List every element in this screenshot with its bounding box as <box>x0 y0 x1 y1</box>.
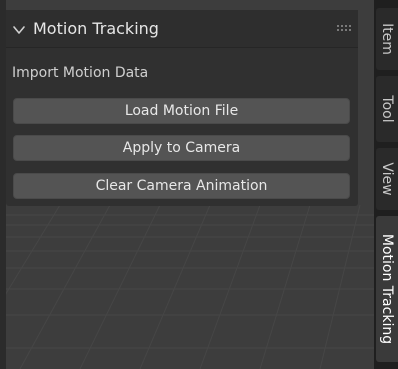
tab-view-label: View <box>379 162 395 196</box>
panel-title: Motion Tracking <box>33 19 159 38</box>
tab-tool-label: Tool <box>379 95 395 123</box>
clear-camera-animation-button[interactable]: Clear Camera Animation <box>13 173 350 199</box>
motion-tracking-panel: Motion Tracking Import Motion Data Load … <box>6 10 358 206</box>
section-label: Import Motion Data <box>12 65 149 81</box>
load-motion-file-button[interactable]: Load Motion File <box>13 98 350 124</box>
tab-item-label: Item <box>379 23 395 55</box>
apply-to-camera-button[interactable]: Apply to Camera <box>13 135 350 161</box>
tab-motion-tracking[interactable]: Motion Tracking <box>376 216 398 362</box>
tab-item[interactable]: Item <box>376 8 398 70</box>
tab-motion-tracking-label: Motion Tracking <box>379 233 395 345</box>
tab-tool[interactable]: Tool <box>376 76 398 142</box>
tab-view[interactable]: View <box>376 148 398 210</box>
sidebar-tab-bar: Item Tool View Motion Tracking <box>374 0 398 369</box>
drag-handle-icon[interactable] <box>336 24 352 32</box>
chevron-down-icon[interactable] <box>12 23 26 37</box>
panel-header[interactable]: Motion Tracking <box>6 10 358 48</box>
